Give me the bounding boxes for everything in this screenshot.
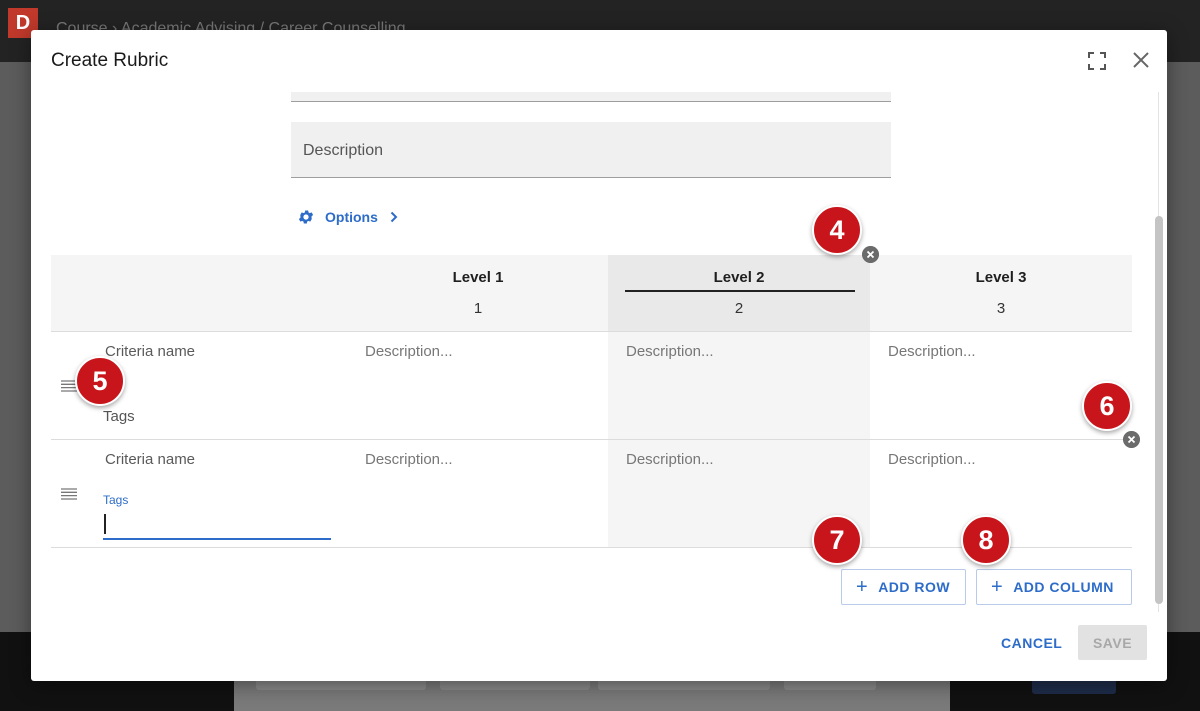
remove-level-icon[interactable]: [862, 246, 879, 263]
tags-label: Tags: [103, 493, 129, 507]
remove-criterion-icon[interactable]: [1123, 431, 1140, 448]
description-placeholder: Description: [303, 142, 384, 159]
add-column-label: ADD COLUMN: [1013, 579, 1114, 595]
tags-input[interactable]: [103, 508, 331, 540]
gear-icon: [298, 210, 314, 224]
callout-marker: 7: [812, 515, 862, 565]
text-caret: [104, 514, 106, 534]
options-label: Options: [325, 209, 378, 225]
level-name[interactable]: Level 2: [608, 269, 870, 286]
add-row-label: ADD ROW: [878, 579, 951, 595]
rubric-header-row: [51, 255, 1132, 331]
cancel-button[interactable]: CANCEL: [993, 626, 1070, 660]
level-points[interactable]: 3: [870, 300, 1132, 317]
save-button: SAVE: [1078, 625, 1147, 660]
level-name-underline: [625, 290, 855, 292]
plus-icon: +: [991, 576, 1004, 598]
level-points[interactable]: 1: [347, 300, 609, 317]
scroll-thumb[interactable]: [1155, 216, 1163, 604]
plus-icon: +: [856, 576, 869, 598]
level-description-cell[interactable]: Description...: [626, 451, 714, 468]
dialog-title: Create Rubric: [51, 50, 169, 71]
add-column-button[interactable]: + ADD COLUMN: [976, 569, 1132, 605]
level-name[interactable]: Level 3: [870, 269, 1132, 286]
description-field[interactable]: Description: [291, 122, 891, 178]
rubric-name-field[interactable]: [291, 92, 891, 102]
tags-field[interactable]: Tags: [103, 408, 135, 425]
row-divider: [51, 331, 1132, 332]
level-description-cell[interactable]: Description...: [365, 451, 453, 468]
dialog-scrollbar[interactable]: [1152, 92, 1166, 612]
add-row-button[interactable]: + ADD ROW: [841, 569, 966, 605]
level-description-cell[interactable]: Description...: [365, 343, 453, 360]
callout-marker: 8: [961, 515, 1011, 565]
callout-marker: 4: [812, 205, 862, 255]
level-name[interactable]: Level 1: [347, 269, 609, 286]
create-rubric-dialog: Create Rubric Description Options Level …: [31, 30, 1167, 681]
options-toggle[interactable]: Options: [297, 206, 398, 228]
drag-handle-icon[interactable]: [61, 488, 77, 500]
level-points[interactable]: 2: [608, 300, 870, 317]
level-description-cell[interactable]: Description...: [626, 343, 714, 360]
callout-marker: 5: [75, 356, 125, 406]
selected-level-header[interactable]: [608, 255, 870, 331]
level-description-cell[interactable]: Description...: [888, 451, 976, 468]
fullscreen-icon[interactable]: [1088, 52, 1106, 70]
chevron-right-icon: [390, 211, 398, 223]
criteria-name-field[interactable]: Criteria name: [105, 343, 195, 360]
callout-marker: 6: [1082, 381, 1132, 431]
criteria-name-field[interactable]: Criteria name: [105, 451, 195, 468]
close-icon[interactable]: [1131, 50, 1151, 70]
level-description-cell[interactable]: Description...: [888, 343, 976, 360]
row-divider: [51, 439, 1132, 440]
